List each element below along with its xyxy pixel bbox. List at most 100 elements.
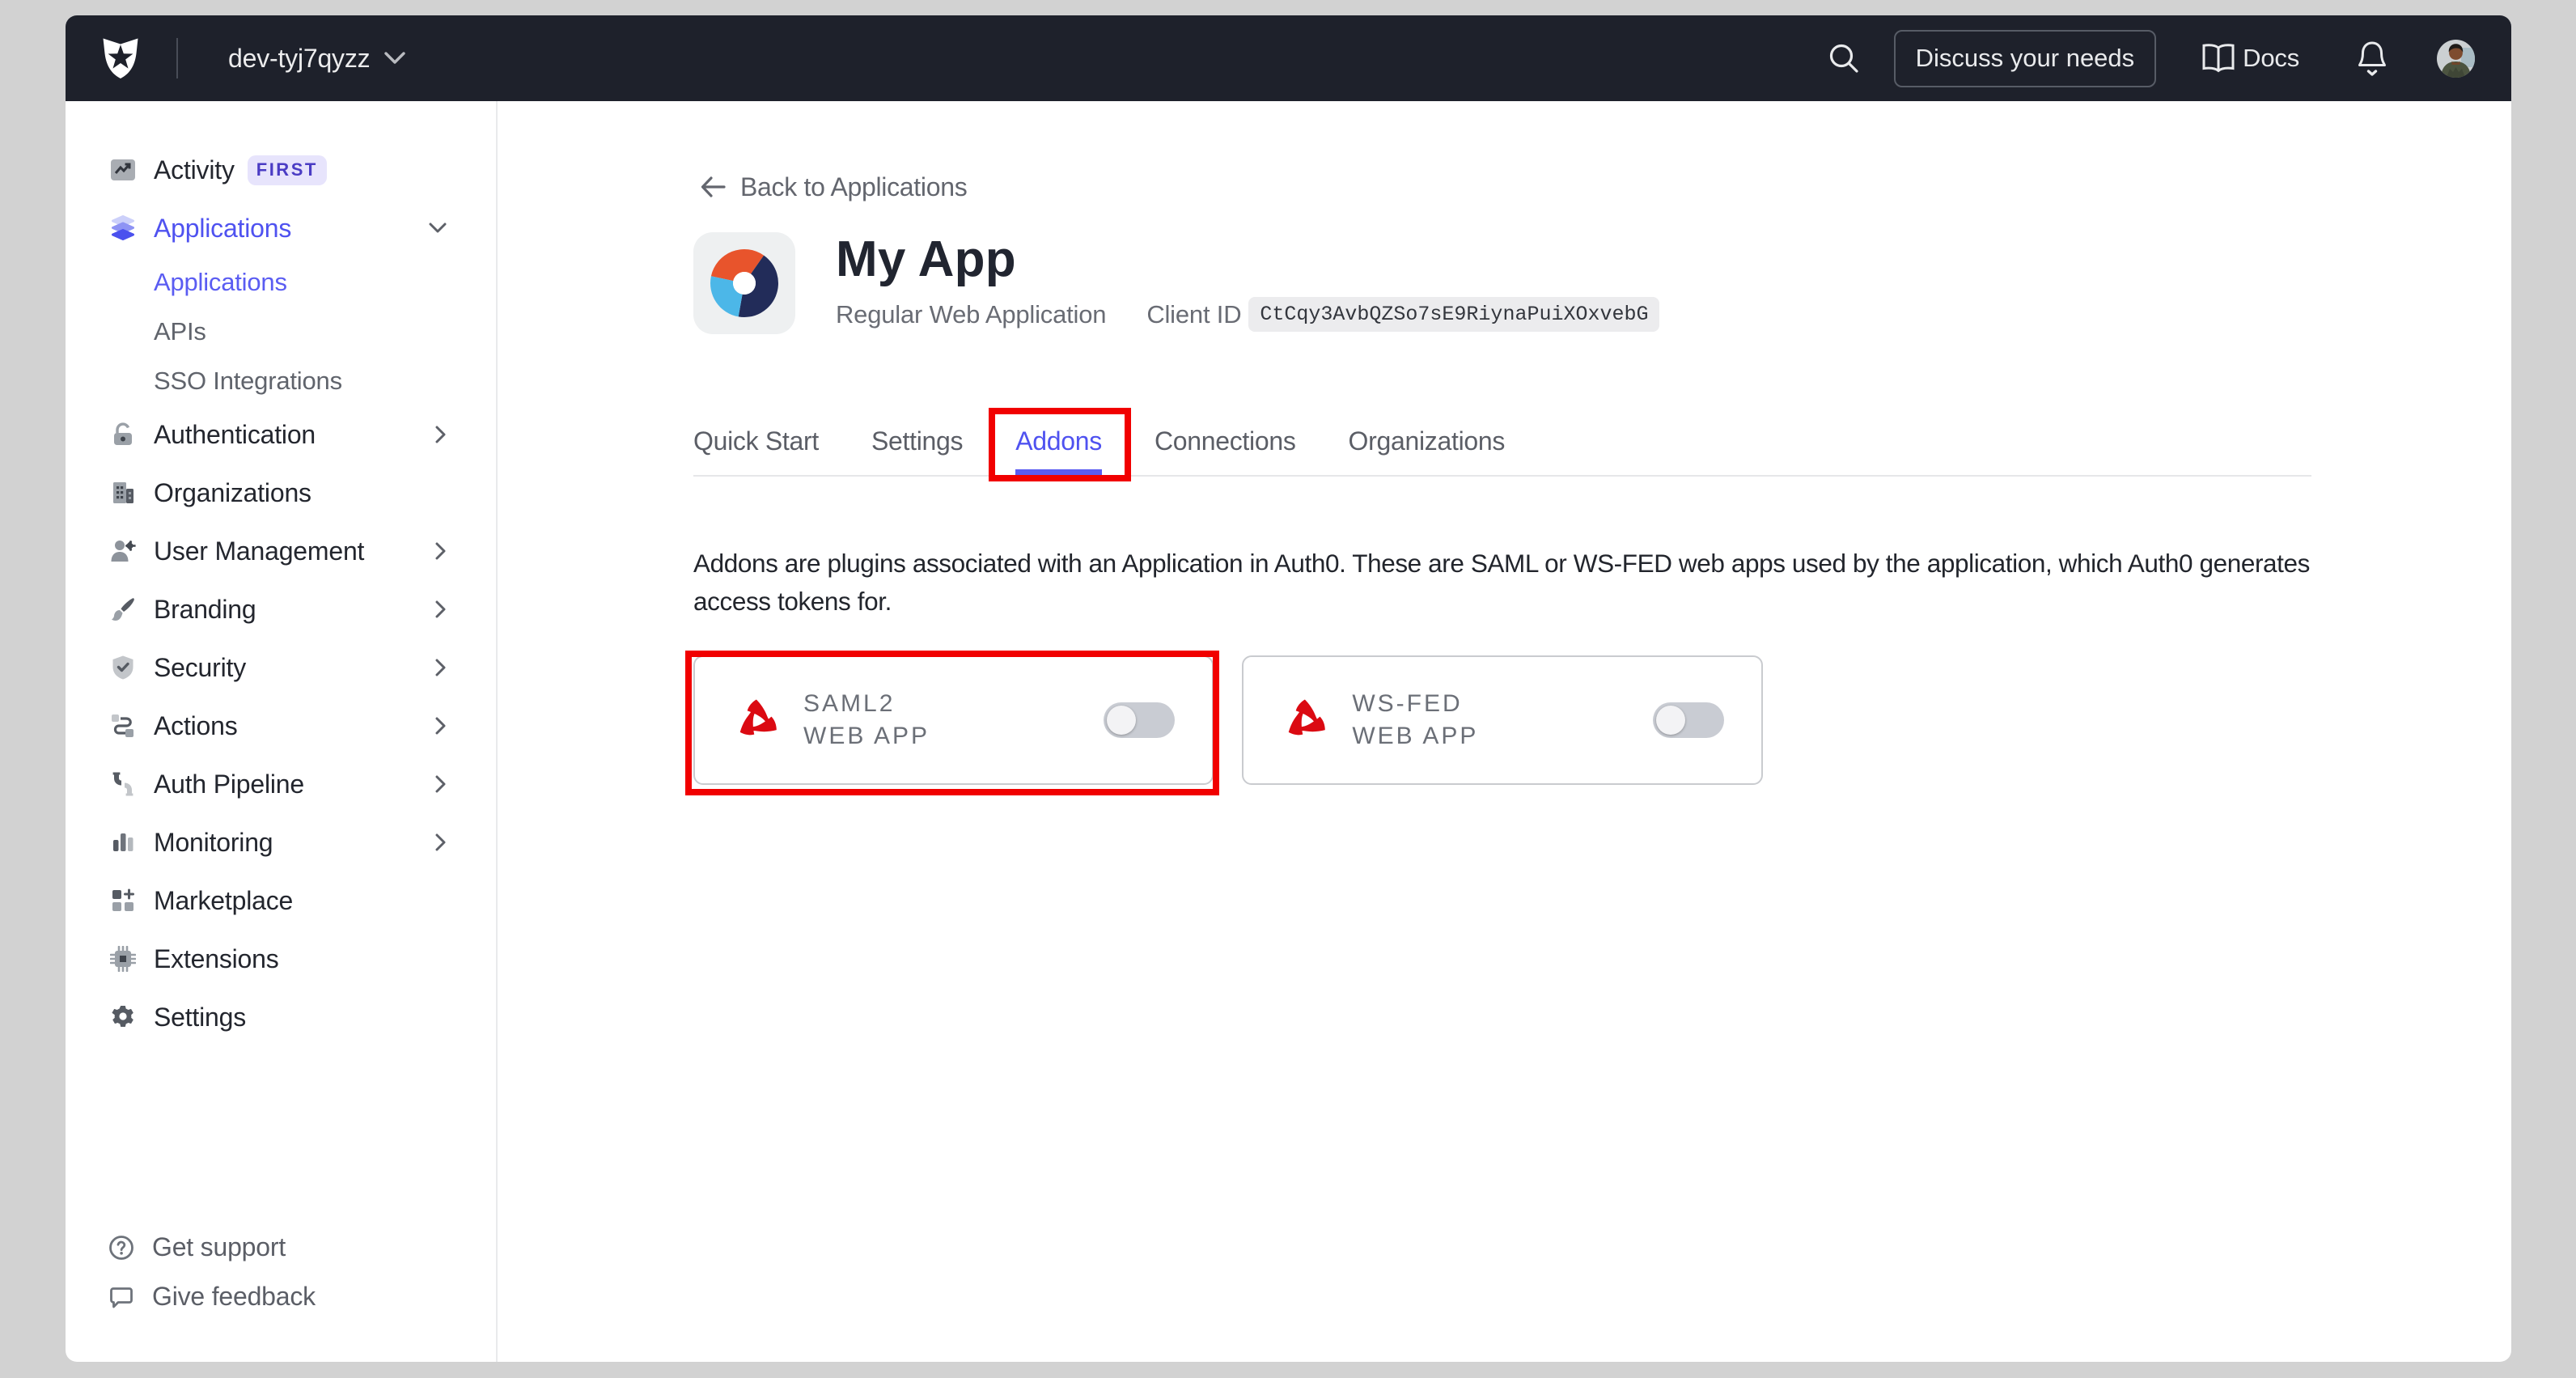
- tenant-switcher[interactable]: dev-tyj7qyzz: [228, 44, 405, 74]
- tenant-name: dev-tyj7qyzz: [228, 44, 370, 74]
- sidebar-subitem-apis[interactable]: APIs: [66, 307, 496, 356]
- sidebar-item-activity[interactable]: Activity FIRST: [66, 141, 496, 199]
- tab-addons[interactable]: Addons: [1015, 425, 1102, 475]
- addon-name-line1: WS-FED: [1352, 688, 1478, 720]
- get-support-link[interactable]: Get support: [66, 1223, 496, 1272]
- tab-bar: Quick Start Settings Addons Connections …: [693, 425, 2311, 477]
- back-link-label: Back to Applications: [740, 172, 967, 202]
- settings-gear-icon: [110, 1004, 136, 1030]
- main-content: Back to Applications My App: [498, 101, 2511, 1362]
- sidebar-item-label: Settings: [154, 1003, 246, 1032]
- discuss-your-needs-button[interactable]: Discuss your needs: [1894, 30, 2157, 87]
- topbar: dev-tyj7qyzz Discuss your needs Docs: [66, 15, 2511, 101]
- sidebar-item-label: Monitoring: [154, 828, 273, 858]
- sidebar-item-label: Actions: [154, 711, 238, 741]
- wsfed-toggle[interactable]: [1653, 702, 1724, 738]
- sidebar-item-label: Authentication: [154, 420, 316, 450]
- tab-organizations[interactable]: Organizations: [1349, 425, 1506, 475]
- toggle-knob: [1107, 706, 1136, 735]
- first-badge: FIRST: [248, 155, 327, 185]
- chevron-right-icon: [435, 542, 447, 560]
- sidebar-item-marketplace[interactable]: Marketplace: [66, 871, 496, 930]
- activity-icon: [110, 157, 136, 183]
- docs-link[interactable]: Docs: [2201, 44, 2299, 73]
- sidebar-item-applications[interactable]: Applications: [66, 199, 496, 257]
- applications-layers-icon: [110, 215, 136, 241]
- user-avatar[interactable]: [2437, 40, 2475, 78]
- tab-settings[interactable]: Settings: [871, 425, 963, 475]
- addons-description: Addons are plugins associated with an Ap…: [693, 545, 2392, 621]
- wsfed-addon-icon: [1279, 693, 1334, 748]
- addon-name-line2: WEB APP: [803, 720, 930, 753]
- app-title: My App: [836, 234, 1659, 286]
- auth0-dashboard-window: dev-tyj7qyzz Discuss your needs Docs: [66, 15, 2511, 1362]
- sidebar-subitem-label: APIs: [154, 317, 206, 346]
- sidebar-item-label: Applications: [154, 214, 291, 244]
- chevron-down-icon: [384, 52, 405, 65]
- tab-addons-label: Addons: [1015, 426, 1102, 456]
- sidebar-item-actions[interactable]: Actions: [66, 697, 496, 755]
- addon-card-wsfed[interactable]: WS-FED WEB APP: [1242, 655, 1762, 785]
- sidebar-item-auth-pipeline[interactable]: Auth Pipeline: [66, 755, 496, 813]
- sidebar-subitem-label: SSO Integrations: [154, 367, 342, 396]
- sidebar-item-branding[interactable]: Branding: [66, 580, 496, 638]
- help-circle-icon: [108, 1235, 134, 1261]
- sidebar-item-label: Activity: [154, 155, 235, 185]
- tab-connections[interactable]: Connections: [1155, 425, 1296, 475]
- addon-card-label: SAML2 WEB APP: [803, 688, 930, 753]
- monitoring-bars-icon: [110, 829, 136, 855]
- search-icon[interactable]: [1828, 42, 1860, 74]
- book-icon: [2201, 44, 2235, 73]
- sidebar-item-organizations[interactable]: Organizations: [66, 464, 496, 522]
- avatar-photo: [2437, 40, 2475, 78]
- sidebar-subitem-label: Applications: [154, 268, 287, 297]
- back-to-applications-link[interactable]: Back to Applications: [693, 172, 2311, 202]
- app-logo-donut-icon: [710, 249, 778, 317]
- organizations-building-icon: [110, 480, 136, 506]
- sidebar-item-label: Organizations: [154, 478, 311, 508]
- addon-card-saml2[interactable]: SAML2 WEB APP: [693, 655, 1214, 785]
- sidebar-item-user-management[interactable]: User Management: [66, 522, 496, 580]
- actions-flow-icon: [110, 713, 136, 739]
- chevron-right-icon: [435, 833, 447, 851]
- footer-item-label: Give feedback: [152, 1282, 316, 1312]
- app-type: Regular Web Application: [836, 300, 1106, 329]
- docs-label: Docs: [2243, 44, 2299, 73]
- sidebar-item-security[interactable]: Security: [66, 638, 496, 697]
- footer-item-label: Get support: [152, 1232, 286, 1262]
- tab-quick-start[interactable]: Quick Start: [693, 425, 819, 475]
- sidebar-item-authentication[interactable]: Authentication: [66, 405, 496, 464]
- auth-pipeline-icon: [110, 771, 136, 797]
- saml2-toggle[interactable]: [1104, 702, 1175, 738]
- auth0-logo-icon[interactable]: [100, 37, 141, 79]
- sidebar-item-monitoring[interactable]: Monitoring: [66, 813, 496, 871]
- addon-name-line1: SAML2: [803, 688, 930, 720]
- toggle-knob: [1656, 706, 1685, 735]
- feedback-bubble-icon: [108, 1284, 134, 1310]
- sidebar-item-label: Security: [154, 653, 246, 683]
- extensions-chip-icon: [110, 946, 136, 972]
- chevron-right-icon: [435, 600, 447, 618]
- user-management-icon: [110, 538, 136, 564]
- chevron-right-icon: [435, 775, 447, 793]
- client-id-value[interactable]: CtCqy3AvbQZSo7sE9RiynaPuiXOxvebG: [1248, 297, 1659, 332]
- chevron-right-icon: [435, 426, 447, 443]
- sidebar-subitem-applications[interactable]: Applications: [66, 257, 496, 307]
- application-logo: [693, 232, 795, 334]
- sidebar-item-settings[interactable]: Settings: [66, 988, 496, 1046]
- sidebar-subitem-sso-integrations[interactable]: SSO Integrations: [66, 356, 496, 405]
- sidebar-item-label: Auth Pipeline: [154, 770, 304, 799]
- give-feedback-link[interactable]: Give feedback: [66, 1272, 496, 1321]
- notifications-bell-icon[interactable]: [2358, 40, 2387, 76]
- addon-name-line2: WEB APP: [1352, 720, 1478, 753]
- chevron-down-icon: [429, 223, 447, 234]
- client-id-label: Client ID: [1146, 300, 1241, 329]
- application-header: My App Regular Web Application Client ID…: [693, 232, 2311, 334]
- arrow-left-icon: [699, 173, 727, 201]
- saml2-addon-icon: [731, 693, 786, 748]
- sidebar-footer: Get support Give feedback: [66, 1223, 496, 1321]
- sidebar-item-extensions[interactable]: Extensions: [66, 930, 496, 988]
- topbar-right: Discuss your needs Docs: [1828, 30, 2475, 87]
- addon-card-label: WS-FED WEB APP: [1352, 688, 1478, 753]
- sidebar: Activity FIRST Applications Applicatio: [66, 101, 498, 1362]
